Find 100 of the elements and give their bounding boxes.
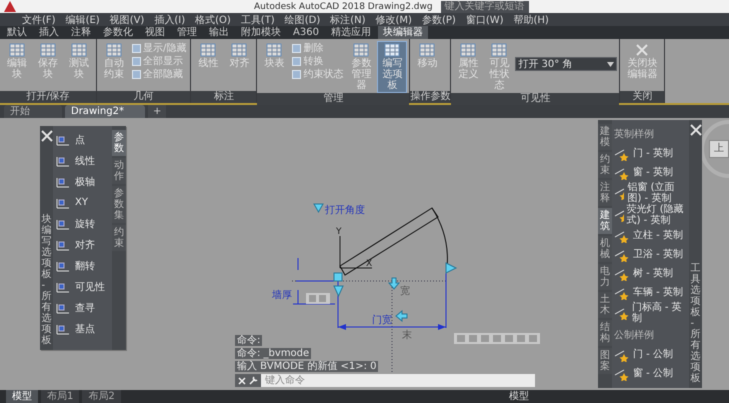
grip-label: 宽 (400, 286, 410, 297)
document-tab[interactable]: Drawing2* (65, 105, 145, 118)
tool-star-icon (614, 248, 630, 262)
palette-item[interactable]: 查寻 (55, 297, 110, 318)
visibility-dropdown[interactable]: 打开 30° 角 (515, 57, 618, 71)
palette-item[interactable]: 翻转 (55, 255, 110, 276)
layout-tab[interactable]: 布局2 (82, 390, 121, 403)
block-icon (200, 43, 216, 57)
ribbon-tab[interactable]: A360 (288, 26, 324, 39)
caret-icon (607, 62, 614, 66)
block-icon (460, 43, 476, 57)
block-icon (106, 43, 122, 57)
palette-item[interactable]: XY (55, 192, 110, 213)
tool-star-icon (614, 306, 629, 320)
palette-item[interactable]: 可见性 (55, 276, 110, 297)
menu-item[interactable]: 绘图(D) (284, 12, 320, 26)
palette-tab[interactable]: 动作 (112, 158, 126, 184)
width-grip-icon[interactable] (446, 262, 458, 274)
palette-item[interactable]: 铝窗 (立面图) - 英制 (614, 182, 687, 204)
palette-item[interactable]: 对齐 (55, 234, 110, 255)
command-input-field[interactable]: 键入命令 (261, 374, 535, 387)
menu-item[interactable]: 视图(V) (110, 12, 144, 26)
palette-item[interactable]: 基点 (55, 318, 110, 339)
palette-tab[interactable]: 约束 (112, 225, 126, 251)
wrench-icon[interactable] (249, 376, 258, 385)
palette-item[interactable]: 门 - 公制 (614, 345, 687, 364)
palette-tab[interactable]: 参数 (112, 130, 126, 156)
menu-item[interactable]: 修改(M) (376, 12, 412, 26)
ribbon-tab[interactable]: 管理 (172, 26, 202, 39)
ribbon-tab[interactable]: 参数化 (98, 26, 138, 39)
palette-tab[interactable]: 电力 (598, 264, 612, 290)
square-icon (292, 57, 302, 66)
palette-item[interactable]: 车辆 - 英制 (614, 283, 687, 302)
menu-item[interactable]: 编辑(E) (66, 12, 100, 26)
flip-grip-icon[interactable] (333, 286, 344, 298)
block-icon (384, 43, 400, 57)
viewcube-face[interactable]: 上 (709, 140, 729, 158)
palette-item[interactable]: 荧光灯 (隐藏式) - 英制 (614, 204, 687, 226)
base-grip-icon[interactable] (334, 272, 342, 282)
grip-label: 墙厚 (272, 290, 292, 301)
ribbon-tab[interactable]: 视图 (140, 26, 170, 39)
palette-tab[interactable]: 土木 (598, 292, 612, 318)
palette-item[interactable]: 窗 - 英制 (614, 163, 687, 182)
palette-tab[interactable]: 约束 (598, 152, 612, 178)
menu-item[interactable]: 格式(O) (195, 12, 231, 26)
palette-tab[interactable]: 结构 (598, 320, 612, 346)
menu-item[interactable]: 插入(I) (154, 12, 186, 26)
palette-item[interactable]: 门标高 - 英制 (614, 302, 687, 324)
menu-item[interactable]: 窗口(W) (466, 12, 504, 26)
ribbon-tab[interactable]: 注释 (66, 26, 96, 39)
block-icon (353, 43, 370, 57)
menu-item[interactable]: 工具(T) (240, 12, 275, 26)
palette-item[interactable]: 线性 (55, 150, 110, 171)
layout-tab[interactable]: 布局1 (41, 390, 80, 403)
section-title: 英制样例 (614, 128, 655, 142)
square-icon (292, 44, 302, 53)
palette-item[interactable]: 卫浴 - 英制 (614, 245, 687, 264)
menu-item[interactable]: 参数(P) (422, 12, 456, 26)
angle-grip-icon[interactable] (313, 204, 324, 214)
palette-item[interactable]: 树 - 英制 (614, 264, 687, 283)
ribbon-tool[interactable]: 编写选项板 (377, 41, 408, 93)
ribbon-tab[interactable]: 输出 (204, 26, 234, 39)
palette-tab[interactable]: 建模 (598, 124, 612, 150)
ribbon-tab[interactable]: 默认 (2, 26, 32, 39)
palette-item[interactable]: 立柱 - 英制 (614, 226, 687, 245)
palette-item[interactable]: 点 (55, 129, 110, 150)
menu-item[interactable]: 文件(F) (22, 12, 56, 26)
palette-item[interactable]: 门 - 英制 (614, 144, 687, 163)
tool-star-icon (614, 146, 630, 160)
search-field[interactable]: 键入关键字或短语 (440, 0, 529, 12)
arrow-grip-icon[interactable] (395, 310, 408, 322)
palette-tab[interactable]: 机械 (598, 236, 612, 262)
block-icon (231, 43, 248, 57)
model-status[interactable]: 模型 (509, 390, 529, 403)
tool-star-icon (614, 166, 630, 180)
section-title: 公制样例 (614, 328, 655, 343)
panel-title: 可见性 (451, 93, 620, 105)
palette-title: 工具选项板 - 所有选项板 (690, 263, 700, 384)
close-icon[interactable] (238, 376, 246, 384)
palette-tab[interactable]: 建筑 (598, 208, 612, 234)
ribbon-tab[interactable]: 插入 (34, 26, 64, 39)
palette-tab[interactable]: 注释 (598, 180, 612, 206)
palette-tab[interactable]: 图案 (598, 348, 612, 374)
tool-star-icon (614, 348, 630, 362)
menu-item[interactable]: 标注(N) (330, 12, 366, 26)
block-icon (419, 43, 436, 57)
palette-item[interactable]: 旋转 (55, 213, 110, 234)
wall-dimension-line (292, 258, 336, 304)
document-tab[interactable]: 开始 (4, 105, 62, 118)
palette-tab[interactable]: 参数集 (112, 186, 126, 223)
palette-item[interactable]: 窗 - 公制 (614, 364, 687, 383)
palette-title: 块编写选项板 - 所有选项板 (42, 214, 52, 346)
menu-item[interactable]: 帮助(H) (514, 12, 549, 26)
ribbon-tab[interactable]: 精选应用 (326, 26, 376, 39)
ribbon-tab[interactable]: 块编辑器 (378, 26, 428, 39)
ribbon-tab[interactable]: 附加模块 (236, 26, 286, 39)
layout-tab[interactable]: 模型 (6, 390, 38, 403)
new-tab-button[interactable]: + (148, 105, 166, 118)
palette-item[interactable]: 极轴 (55, 171, 110, 192)
arrow-grip-icon[interactable] (388, 278, 400, 290)
